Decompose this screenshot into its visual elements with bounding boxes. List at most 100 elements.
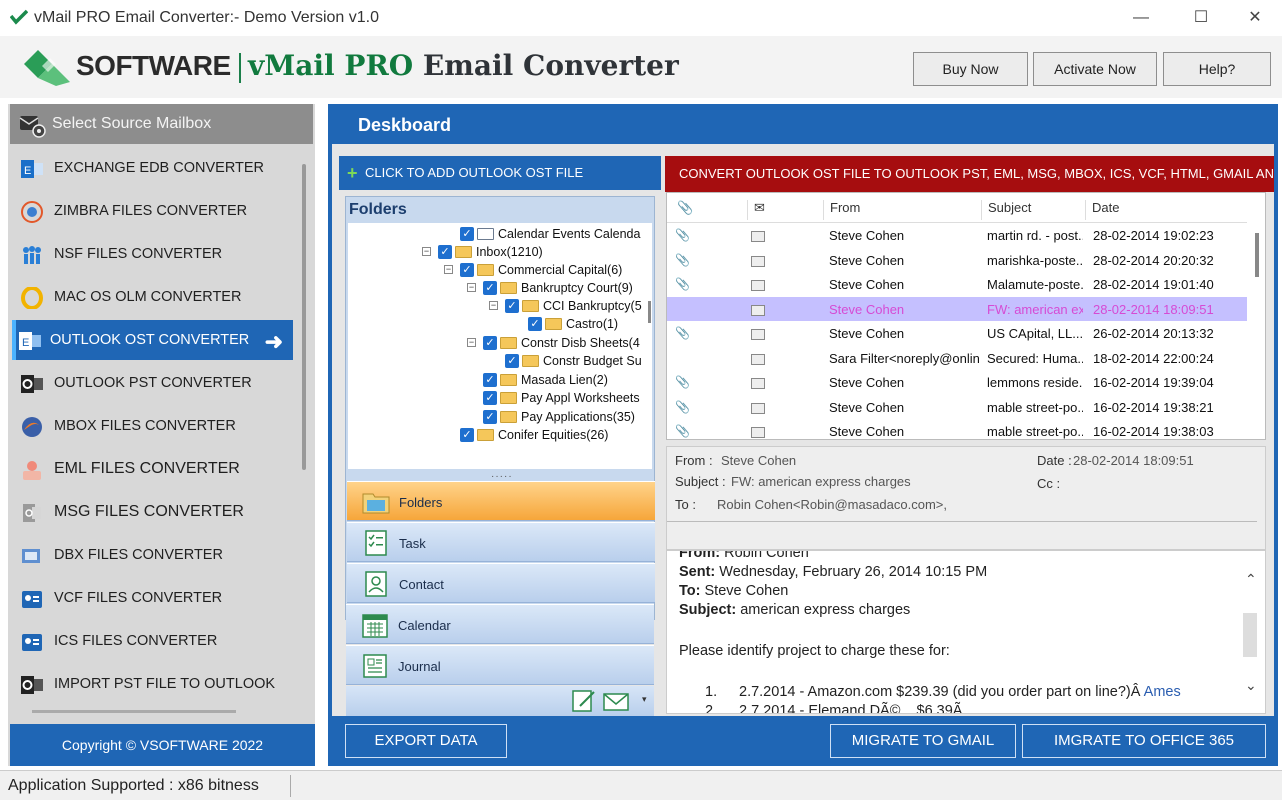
- message-row[interactable]: 📎 Steve Cohen mable street-po... 16-02-2…: [667, 419, 1247, 439]
- message-from: Steve Cohen: [829, 399, 905, 415]
- app-header: SOFTWARE vMail PRO Email Converter Buy N…: [0, 36, 1282, 98]
- nav-folders[interactable]: Folders: [347, 481, 655, 521]
- notes-icon[interactable]: [570, 688, 598, 714]
- attachment-icon: 📎: [675, 252, 690, 267]
- attachment-icon: 📎: [675, 399, 690, 414]
- sidebar-item-import-pst[interactable]: IMPORT PST FILE TO OUTLOOK: [12, 664, 292, 704]
- message-from: Steve Cohen: [829, 326, 905, 341]
- body-list-item: 2.7.2014 - Elemand DÃ©... $6.39Ã...: [739, 703, 975, 714]
- folder-icon: [500, 411, 517, 423]
- folders-pane: Folders ✓ Calendar Events Calenda − ✓ Inbox…: [345, 196, 655, 620]
- column-date[interactable]: Date: [1085, 200, 1245, 220]
- add-ost-file-button[interactable]: + CLICK TO ADD OUTLOOK OST FILE: [339, 156, 661, 190]
- nsf-icon: [23, 246, 41, 264]
- activate-now-button[interactable]: Activate Now: [1033, 52, 1157, 86]
- to-value: Robin Cohen<Robin@masadaco.com>,: [717, 497, 947, 512]
- sidebar-item-outlook-ost[interactable]: E OUTLOOK OST CONVERTER ➜: [12, 320, 293, 360]
- calendar-icon: [362, 614, 388, 638]
- sidebar-item-outlook-pst[interactable]: OUTLOOK PST CONVERTER: [12, 363, 292, 403]
- checkbox-icon[interactable]: ✓: [460, 227, 474, 241]
- attachment-header-icon[interactable]: 📎: [671, 200, 693, 220]
- nav-contact[interactable]: Contact: [347, 563, 655, 603]
- checkbox-icon[interactable]: ✓: [483, 281, 497, 295]
- column-from[interactable]: From: [823, 200, 979, 220]
- envelope-icon: [751, 280, 765, 291]
- collapse-icon[interactable]: −: [467, 283, 476, 292]
- export-data-button[interactable]: EXPORT DATA: [345, 724, 507, 758]
- message-list-header: 📎 ✉ From Subject Date: [667, 193, 1247, 223]
- sidebar-item-vcf[interactable]: VCF FILES CONVERTER: [12, 578, 292, 618]
- message-row[interactable]: 📎 Steve Cohen mable street-po... 16-02-2…: [667, 395, 1247, 420]
- checkbox-icon[interactable]: ✓: [483, 410, 497, 424]
- sidebar-scrollbar[interactable]: [302, 164, 306, 470]
- maximize-button[interactable]: ☐: [1178, 4, 1224, 32]
- buy-now-button[interactable]: Buy Now: [913, 52, 1028, 86]
- collapse-icon[interactable]: −: [444, 265, 453, 274]
- message-preview-header: From : Steve Cohen Subject : FW: america…: [666, 446, 1266, 550]
- envelope-icon: [751, 231, 765, 242]
- tree-scrollbar[interactable]: [648, 301, 651, 323]
- body-sent-value: Wednesday, February 26, 2014 10:15 PM: [715, 564, 988, 580]
- sidebar-item-label: NSF FILES CONVERTER: [54, 246, 223, 262]
- plus-icon: +: [347, 163, 358, 183]
- sidebar-item-ics[interactable]: ICS FILES CONVERTER: [12, 621, 292, 661]
- sidebar-item-eml[interactable]: EML FILES CONVERTER: [12, 449, 292, 489]
- checkbox-icon[interactable]: ✓: [483, 336, 497, 350]
- folders-icon: [362, 493, 390, 514]
- message-row[interactable]: 📎 Steve Cohen Malamute-poste... 28-02-20…: [667, 272, 1247, 297]
- checkbox-icon[interactable]: ✓: [460, 428, 474, 442]
- chevron-down-icon[interactable]: ▾: [642, 694, 647, 705]
- message-list-scrollbar[interactable]: [1255, 233, 1259, 277]
- checkbox-icon[interactable]: ✓: [505, 299, 519, 313]
- body-sent-key: Sent:: [679, 564, 716, 580]
- sidebar-item-zimbra[interactable]: ZIMBRA FILES CONVERTER: [12, 191, 292, 231]
- nav-journal[interactable]: Journal: [346, 645, 654, 685]
- collapse-icon[interactable]: −: [422, 247, 431, 256]
- body-list-item-link[interactable]: Ames: [1144, 684, 1181, 700]
- message-row-selected[interactable]: Steve Cohen FW: american ex... 28-02-201…: [667, 296, 1247, 321]
- checkbox-icon[interactable]: ✓: [460, 263, 474, 277]
- body-to-value: Steve Cohen: [700, 583, 789, 599]
- svg-text:E: E: [22, 337, 29, 349]
- close-button[interactable]: ✕: [1232, 4, 1278, 32]
- collapse-icon[interactable]: −: [467, 338, 476, 347]
- checkbox-icon[interactable]: ✓: [483, 391, 497, 405]
- sidebar-horizontal-scrollbar[interactable]: [32, 710, 236, 713]
- message-date: 28-02-2014 18:09:51: [1093, 301, 1214, 317]
- message-row[interactable]: 📎 Steve Cohen martin rd. - post... 28-02…: [667, 223, 1247, 248]
- folder-icon: [500, 282, 517, 294]
- checkbox-icon[interactable]: ✓: [528, 317, 542, 331]
- pst-icon: [21, 375, 43, 393]
- sidebar-item-label: ICS FILES CONVERTER: [54, 633, 218, 649]
- checkbox-icon[interactable]: ✓: [483, 373, 497, 387]
- message-from: Sara Filter<noreply@onlin...: [829, 350, 979, 366]
- scroll-up-icon[interactable]: ⌃: [1245, 571, 1257, 588]
- message-row[interactable]: Sara Filter<noreply@onlin... Secured: Hu…: [667, 346, 1247, 371]
- message-row[interactable]: 📎 Steve Cohen US CApital, LL... 26-02-20…: [667, 321, 1247, 346]
- message-row[interactable]: 📎 Steve Cohen lemmons reside... 16-02-20…: [667, 370, 1247, 395]
- help-button[interactable]: Help?: [1163, 52, 1271, 86]
- checkbox-icon[interactable]: ✓: [505, 354, 519, 368]
- minimize-button[interactable]: —: [1118, 4, 1164, 32]
- sidebar-item-nsf[interactable]: NSF FILES CONVERTER: [12, 234, 292, 274]
- sidebar-item-exchange-edb[interactable]: E EXCHANGE EDB CONVERTER: [12, 148, 292, 188]
- collapse-icon[interactable]: −: [489, 301, 498, 310]
- migrate-to-gmail-button[interactable]: MIGRATE TO GMAIL: [830, 724, 1016, 758]
- migrate-to-office365-button[interactable]: IMGRATE TO OFFICE 365: [1022, 724, 1266, 758]
- sidebar-item-dbx[interactable]: DBX FILES CONVERTER: [12, 535, 292, 575]
- scroll-down-icon[interactable]: ⌄: [1245, 677, 1257, 694]
- sidebar-item-mbox[interactable]: MBOX FILES CONVERTER: [12, 406, 292, 446]
- nav-calendar[interactable]: Calendar: [346, 604, 654, 644]
- mail-icon[interactable]: [602, 688, 630, 714]
- envelope-header-icon[interactable]: ✉: [747, 200, 765, 220]
- preview-scrollbar[interactable]: [1243, 613, 1257, 657]
- tree-node-label: Bankruptcy Court(9): [521, 281, 633, 295]
- tree-node-label: Commercial Capital(6): [498, 263, 623, 277]
- column-subject[interactable]: Subject: [981, 200, 1085, 220]
- nav-task[interactable]: Task: [347, 522, 655, 562]
- checkbox-icon[interactable]: ✓: [438, 245, 452, 259]
- sidebar-item-mac-olm[interactable]: MAC OS OLM CONVERTER: [12, 277, 292, 317]
- sidebar-item-msg[interactable]: MSG FILES CONVERTER: [12, 492, 292, 532]
- message-date: 28-02-2014 19:01:40: [1093, 277, 1214, 292]
- message-row[interactable]: 📎 Steve Cohen marishka-poste... 28-02-20…: [667, 248, 1247, 273]
